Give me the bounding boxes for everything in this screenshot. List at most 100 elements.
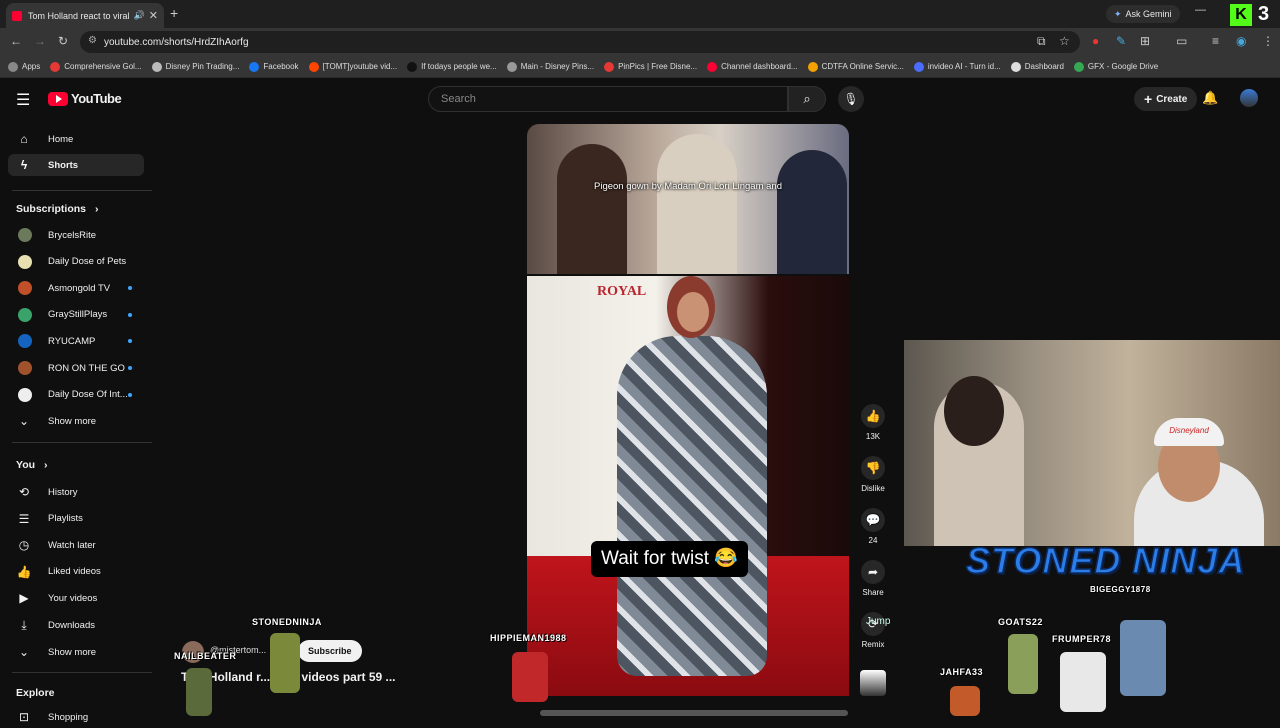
bookmark-favicon-icon bbox=[50, 61, 61, 72]
sidebar-item-watch-later[interactable]: ◷ Watch later bbox=[8, 534, 144, 556]
bookmark-item[interactable]: GFX - Google Drive bbox=[1073, 61, 1159, 72]
sidebar-item-label: History bbox=[48, 486, 78, 498]
bookmark-label: [TOMT]youtube vid... bbox=[322, 62, 398, 71]
bookmark-item[interactable]: Comprehensive Gol... bbox=[50, 61, 142, 72]
hamburger-menu-icon[interactable]: ☰ bbox=[16, 90, 30, 110]
show-more-label: Show more bbox=[48, 646, 97, 658]
sidebar-subscription-item[interactable]: Asmongold TV bbox=[8, 277, 144, 299]
comments-button[interactable]: 💬 24 bbox=[860, 508, 886, 545]
sidebar-subscription-item[interactable]: Daily Dose of Pets bbox=[8, 251, 144, 273]
bookmark-item[interactable]: CDTFA Online Servic... bbox=[807, 61, 904, 72]
share-label: Share bbox=[862, 588, 884, 597]
bookmark-item[interactable]: Disney Pin Trading... bbox=[151, 61, 239, 72]
minimize-window-icon[interactable]: — bbox=[1195, 4, 1206, 16]
bookmark-label: GFX - Google Drive bbox=[1087, 62, 1159, 71]
sidebar-item-label: Shorts bbox=[48, 159, 79, 171]
chevron-right-icon: › bbox=[94, 203, 99, 215]
install-app-icon[interactable]: ⧉ bbox=[1037, 34, 1046, 49]
profile-icon[interactable]: ◉ bbox=[1236, 34, 1246, 48]
browser-toolbar: ← → ↻ ⚙ youtube.com/shorts/HrdZIhAorfg ⧉… bbox=[0, 28, 1280, 56]
download-icon: ⤓ bbox=[21, 617, 27, 632]
reaction-video-frame[interactable]: Pigeon gown by Madam Ori Lori Lingam and bbox=[527, 124, 849, 274]
viewer-avatar-sprite bbox=[270, 633, 300, 693]
bookmark-star-icon[interactable]: ☆ bbox=[1059, 34, 1070, 48]
show-more-you-button[interactable]: ⌄ Show more bbox=[8, 641, 144, 663]
viewer-name: HIPPIEMAN1988 bbox=[490, 633, 567, 643]
home-icon: ⌂ bbox=[20, 132, 28, 146]
sidebar-item-your-videos[interactable]: ▶ Your videos bbox=[8, 587, 144, 609]
subscriptions-heading[interactable]: Subscriptions › bbox=[16, 203, 98, 215]
sidebar-item-playlists[interactable]: ☰ Playlists bbox=[8, 508, 144, 530]
short-video-player[interactable]: ROYAL Wait for twist 😂 bbox=[527, 276, 849, 696]
sidebar-item-downloads[interactable]: ⤓ Downloads bbox=[8, 614, 144, 636]
sidebar-item-home[interactable]: ⌂ Home bbox=[8, 128, 144, 150]
sidebar-subscription-item[interactable]: GrayStillPlays bbox=[8, 304, 144, 326]
you-heading[interactable]: You › bbox=[16, 459, 47, 471]
sidebar-item-label: Home bbox=[48, 133, 74, 145]
bookmark-item[interactable]: invideo AI - Turn id... bbox=[913, 61, 1001, 72]
dislike-button[interactable]: 👎 Dislike bbox=[860, 456, 886, 493]
sidebar-item-label: Liked videos bbox=[48, 566, 101, 578]
bookmark-item[interactable]: PinPics | Free Disne... bbox=[604, 61, 698, 72]
bookmarks-bar: Apps Comprehensive Gol... Disney Pin Tradi… bbox=[0, 56, 1280, 78]
bookmark-item[interactable]: [TOMT]youtube vid... bbox=[308, 61, 398, 72]
sidebar-item-history[interactable]: ⟲ History bbox=[8, 481, 144, 503]
address-bar[interactable]: ⚙ youtube.com/shorts/HrdZIhAorfg bbox=[80, 31, 1080, 53]
browser-tab[interactable]: Tom Holland react to viral v 🔊 ✕ bbox=[6, 3, 164, 28]
forward-arrow-icon[interactable]: → bbox=[34, 34, 46, 48]
channel-avatar bbox=[18, 254, 32, 269]
bookmark-label: PinPics | Free Disne... bbox=[618, 62, 698, 71]
extension-red-icon[interactable]: ● bbox=[1092, 34, 1099, 48]
sidebar-item-label: RYUCAMP bbox=[48, 335, 96, 347]
viewer-avatar-sprite bbox=[186, 668, 212, 716]
sidebar-item-liked-videos[interactable]: 👍 Liked videos bbox=[8, 561, 144, 583]
browser-menu-icon[interactable]: ⋮ bbox=[1262, 34, 1274, 48]
bookmark-item[interactable]: Channel dashboard... bbox=[707, 61, 798, 72]
sound-thumbnail[interactable] bbox=[860, 670, 886, 696]
ask-gemini-button[interactable]: ✦ Ask Gemini bbox=[1106, 5, 1180, 23]
divider bbox=[12, 442, 152, 443]
back-arrow-icon[interactable]: ← bbox=[10, 34, 22, 48]
close-tab-icon[interactable]: ✕ bbox=[149, 9, 158, 22]
bookmark-favicon-icon bbox=[506, 61, 517, 72]
reload-icon[interactable]: ↻ bbox=[58, 34, 68, 48]
like-button[interactable]: 👍 13K bbox=[860, 404, 886, 441]
sidebar-item-shorts[interactable]: ϟ Shorts bbox=[8, 154, 144, 176]
sidebar-subscription-item[interactable]: BrycelsRite bbox=[8, 224, 144, 246]
video-progress-bar[interactable] bbox=[540, 710, 848, 716]
disneyland-cap: Disneyland bbox=[1154, 418, 1224, 446]
side-panel-icon[interactable]: ▭ bbox=[1176, 34, 1187, 48]
media-controls-icon[interactable]: ≡ bbox=[1212, 34, 1219, 48]
extension-tool-icon[interactable]: ✎ bbox=[1116, 34, 1126, 48]
bookmark-item[interactable]: If todays people we... bbox=[407, 61, 497, 72]
viewer-avatar-sprite bbox=[1060, 652, 1106, 712]
search-input[interactable]: Search bbox=[428, 86, 788, 112]
account-avatar[interactable] bbox=[1240, 89, 1258, 107]
sidebar-subscription-item[interactable]: RON ON THE GO bbox=[8, 357, 144, 379]
show-more-subscriptions-button[interactable]: ⌄ Show more bbox=[8, 410, 144, 432]
microphone-icon[interactable]: 🎙 bbox=[838, 86, 864, 112]
viewer-name: BIGEGGY1878 bbox=[1090, 585, 1151, 594]
stream-timer-overlay: Jump bbox=[866, 616, 891, 627]
subscribe-button[interactable]: Subscribe bbox=[298, 640, 362, 662]
bookmark-item[interactable]: Facebook bbox=[249, 61, 299, 72]
youtube-logo[interactable]: YouTube bbox=[48, 91, 122, 106]
bookmark-item[interactable]: Dashboard bbox=[1010, 61, 1064, 72]
bookmark-item[interactable]: Main - Disney Pins... bbox=[506, 61, 594, 72]
site-info-icon[interactable]: ⚙ bbox=[88, 35, 97, 46]
sidebar-subscription-item[interactable]: RYUCAMP bbox=[8, 330, 144, 352]
share-button[interactable]: ➦ Share bbox=[860, 560, 886, 597]
sidebar-item-label: Daily Dose of Pets bbox=[48, 256, 127, 268]
sidebar-item-shopping[interactable]: ⊡ Shopping bbox=[8, 706, 144, 728]
new-tab-icon[interactable]: + bbox=[170, 5, 178, 21]
gemini-sparkle-icon: ✦ bbox=[1114, 8, 1122, 19]
speaker-icon[interactable]: 🔊 bbox=[134, 10, 145, 21]
notifications-bell-icon[interactable]: 🔔 bbox=[1202, 90, 1218, 106]
bookmark-item[interactable]: Apps bbox=[8, 61, 40, 72]
sidebar-subscription-item[interactable]: Daily Dose Of Int... bbox=[8, 384, 144, 406]
bookmark-favicon-icon bbox=[1010, 61, 1021, 72]
search-icon[interactable]: ⌕ bbox=[788, 86, 826, 112]
extensions-puzzle-icon[interactable]: ⊞ bbox=[1140, 34, 1150, 48]
viewer-name: JAHFA33 bbox=[940, 667, 984, 677]
create-button[interactable]: + Create bbox=[1134, 87, 1198, 111]
